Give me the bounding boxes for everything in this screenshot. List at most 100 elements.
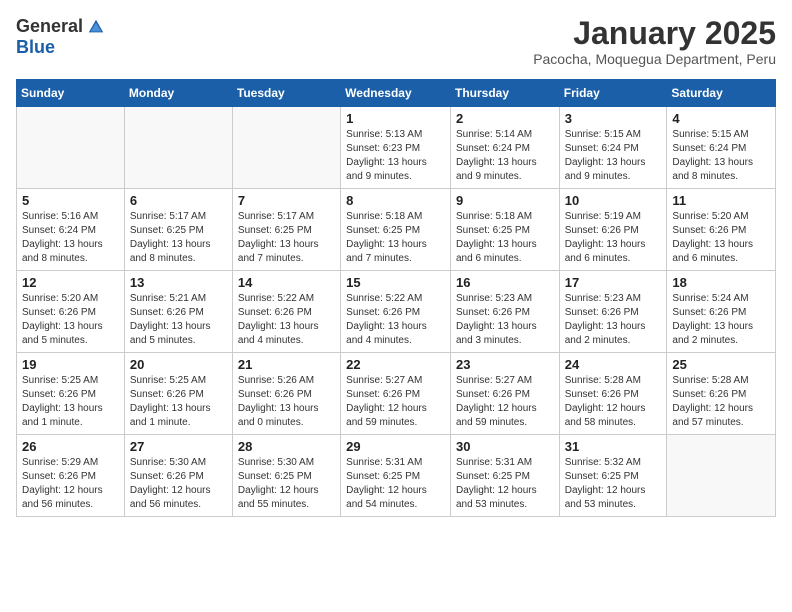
calendar-cell: 7 Sunrise: 5:17 AM Sunset: 6:25 PM Daylig… (232, 189, 340, 271)
weekday-header-wednesday: Wednesday (341, 80, 451, 107)
day-detail: Sunrise: 5:30 AM Sunset: 6:25 PM Dayligh… (238, 456, 335, 512)
day-detail: Sunrise: 5:17 AM Sunset: 6:25 PM Dayligh… (238, 210, 335, 266)
day-number: 9 (456, 193, 554, 208)
day-detail: Sunrise: 5:24 AM Sunset: 6:26 PM Dayligh… (672, 292, 770, 348)
month-title: January 2025 (533, 16, 776, 51)
weekday-header-sunday: Sunday (17, 80, 125, 107)
calendar-cell: 9 Sunrise: 5:18 AM Sunset: 6:25 PM Daylig… (450, 189, 559, 271)
day-number: 25 (672, 357, 770, 372)
day-number: 1 (346, 111, 445, 126)
calendar-cell: 6 Sunrise: 5:17 AM Sunset: 6:25 PM Daylig… (124, 189, 232, 271)
weekday-header-friday: Friday (559, 80, 667, 107)
day-detail: Sunrise: 5:26 AM Sunset: 6:26 PM Dayligh… (238, 374, 335, 430)
day-detail: Sunrise: 5:15 AM Sunset: 6:24 PM Dayligh… (672, 128, 770, 184)
day-number: 2 (456, 111, 554, 126)
calendar-table: SundayMondayTuesdayWednesdayThursdayFrid… (16, 79, 776, 517)
day-detail: Sunrise: 5:15 AM Sunset: 6:24 PM Dayligh… (565, 128, 662, 184)
calendar-cell: 30 Sunrise: 5:31 AM Sunset: 6:25 PM Dayli… (450, 435, 559, 517)
day-number: 21 (238, 357, 335, 372)
day-detail: Sunrise: 5:27 AM Sunset: 6:26 PM Dayligh… (456, 374, 554, 430)
day-detail: Sunrise: 5:25 AM Sunset: 6:26 PM Dayligh… (22, 374, 119, 430)
day-number: 8 (346, 193, 445, 208)
calendar-cell: 25Sunrise: 5:28 AM Sunset: 6:26 PM Dayli… (667, 353, 776, 435)
week-row-2: 5 Sunrise: 5:16 AM Sunset: 6:24 PM Daylig… (17, 189, 776, 271)
calendar-cell: 20 Sunrise: 5:25 AM Sunset: 6:26 PM Dayli… (124, 353, 232, 435)
day-detail: Sunrise: 5:31 AM Sunset: 6:25 PM Dayligh… (346, 456, 445, 512)
calendar-cell: 11 Sunrise: 5:20 AM Sunset: 6:26 PM Dayli… (667, 189, 776, 271)
calendar-cell: 12 Sunrise: 5:20 AM Sunset: 6:26 PM Dayli… (17, 271, 125, 353)
day-number: 29 (346, 439, 445, 454)
day-number: 17 (565, 275, 662, 290)
day-detail: Sunrise: 5:25 AM Sunset: 6:26 PM Dayligh… (130, 374, 227, 430)
day-number: 5 (22, 193, 119, 208)
calendar-cell: 8Sunrise: 5:18 AM Sunset: 6:25 PM Daylig… (341, 189, 451, 271)
day-number: 14 (238, 275, 335, 290)
calendar-cell: 17 Sunrise: 5:23 AM Sunset: 6:26 PM Dayli… (559, 271, 667, 353)
day-number: 16 (456, 275, 554, 290)
day-detail: Sunrise: 5:17 AM Sunset: 6:25 PM Dayligh… (130, 210, 227, 266)
day-number: 31 (565, 439, 662, 454)
calendar-cell: 5 Sunrise: 5:16 AM Sunset: 6:24 PM Daylig… (17, 189, 125, 271)
location-subtitle: Pacocha, Moquegua Department, Peru (533, 51, 776, 67)
title-block: January 2025 Pacocha, Moquegua Departmen… (533, 16, 776, 67)
day-number: 28 (238, 439, 335, 454)
calendar-cell: 21 Sunrise: 5:26 AM Sunset: 6:26 PM Dayli… (232, 353, 340, 435)
calendar-cell: 4 Sunrise: 5:15 AM Sunset: 6:24 PM Daylig… (667, 107, 776, 189)
calendar-cell (17, 107, 125, 189)
week-row-4: 19 Sunrise: 5:25 AM Sunset: 6:26 PM Dayli… (17, 353, 776, 435)
day-detail: Sunrise: 5:23 AM Sunset: 6:26 PM Dayligh… (456, 292, 554, 348)
logo: General Blue (16, 16, 105, 58)
week-row-1: 1 Sunrise: 5:13 AM Sunset: 6:23 PM Daylig… (17, 107, 776, 189)
calendar-cell: 16 Sunrise: 5:23 AM Sunset: 6:26 PM Dayli… (450, 271, 559, 353)
weekday-header-saturday: Saturday (667, 80, 776, 107)
weekday-header-row: SundayMondayTuesdayWednesdayThursdayFrid… (17, 80, 776, 107)
calendar-cell: 27Sunrise: 5:30 AM Sunset: 6:26 PM Dayli… (124, 435, 232, 517)
calendar-cell: 28 Sunrise: 5:30 AM Sunset: 6:25 PM Dayli… (232, 435, 340, 517)
calendar-cell: 24Sunrise: 5:28 AM Sunset: 6:26 PM Dayli… (559, 353, 667, 435)
calendar-cell: 19 Sunrise: 5:25 AM Sunset: 6:26 PM Dayli… (17, 353, 125, 435)
day-number: 10 (565, 193, 662, 208)
calendar-cell: 14Sunrise: 5:22 AM Sunset: 6:26 PM Dayli… (232, 271, 340, 353)
day-detail: Sunrise: 5:21 AM Sunset: 6:26 PM Dayligh… (130, 292, 227, 348)
logo-icon (87, 18, 105, 36)
day-detail: Sunrise: 5:29 AM Sunset: 6:26 PM Dayligh… (22, 456, 119, 512)
day-detail: Sunrise: 5:13 AM Sunset: 6:23 PM Dayligh… (346, 128, 445, 184)
logo-blue: Blue (16, 37, 55, 58)
calendar-cell: 15Sunrise: 5:22 AM Sunset: 6:26 PM Dayli… (341, 271, 451, 353)
day-number: 4 (672, 111, 770, 126)
day-detail: Sunrise: 5:16 AM Sunset: 6:24 PM Dayligh… (22, 210, 119, 266)
day-detail: Sunrise: 5:18 AM Sunset: 6:25 PM Dayligh… (456, 210, 554, 266)
calendar-cell: 1 Sunrise: 5:13 AM Sunset: 6:23 PM Daylig… (341, 107, 451, 189)
calendar-cell (232, 107, 340, 189)
day-detail: Sunrise: 5:14 AM Sunset: 6:24 PM Dayligh… (456, 128, 554, 184)
calendar-cell: 31Sunrise: 5:32 AM Sunset: 6:25 PM Dayli… (559, 435, 667, 517)
day-detail: Sunrise: 5:23 AM Sunset: 6:26 PM Dayligh… (565, 292, 662, 348)
page-header: General Blue January 2025 Pacocha, Moque… (16, 16, 776, 67)
weekday-header-monday: Monday (124, 80, 232, 107)
day-number: 24 (565, 357, 662, 372)
calendar-cell: 26Sunrise: 5:29 AM Sunset: 6:26 PM Dayli… (17, 435, 125, 517)
day-number: 12 (22, 275, 119, 290)
day-detail: Sunrise: 5:31 AM Sunset: 6:25 PM Dayligh… (456, 456, 554, 512)
calendar-cell: 10Sunrise: 5:19 AM Sunset: 6:26 PM Dayli… (559, 189, 667, 271)
day-number: 13 (130, 275, 227, 290)
day-number: 30 (456, 439, 554, 454)
day-detail: Sunrise: 5:20 AM Sunset: 6:26 PM Dayligh… (22, 292, 119, 348)
weekday-header-thursday: Thursday (450, 80, 559, 107)
day-detail: Sunrise: 5:30 AM Sunset: 6:26 PM Dayligh… (130, 456, 227, 512)
day-detail: Sunrise: 5:22 AM Sunset: 6:26 PM Dayligh… (346, 292, 445, 348)
day-number: 6 (130, 193, 227, 208)
calendar-cell (667, 435, 776, 517)
logo-general: General (16, 16, 83, 37)
calendar-cell: 22Sunrise: 5:27 AM Sunset: 6:26 PM Dayli… (341, 353, 451, 435)
day-number: 11 (672, 193, 770, 208)
week-row-3: 12 Sunrise: 5:20 AM Sunset: 6:26 PM Dayli… (17, 271, 776, 353)
day-detail: Sunrise: 5:27 AM Sunset: 6:26 PM Dayligh… (346, 374, 445, 430)
day-number: 19 (22, 357, 119, 372)
day-number: 20 (130, 357, 227, 372)
day-number: 7 (238, 193, 335, 208)
day-detail: Sunrise: 5:20 AM Sunset: 6:26 PM Dayligh… (672, 210, 770, 266)
weekday-header-tuesday: Tuesday (232, 80, 340, 107)
day-number: 23 (456, 357, 554, 372)
calendar-cell: 18Sunrise: 5:24 AM Sunset: 6:26 PM Dayli… (667, 271, 776, 353)
